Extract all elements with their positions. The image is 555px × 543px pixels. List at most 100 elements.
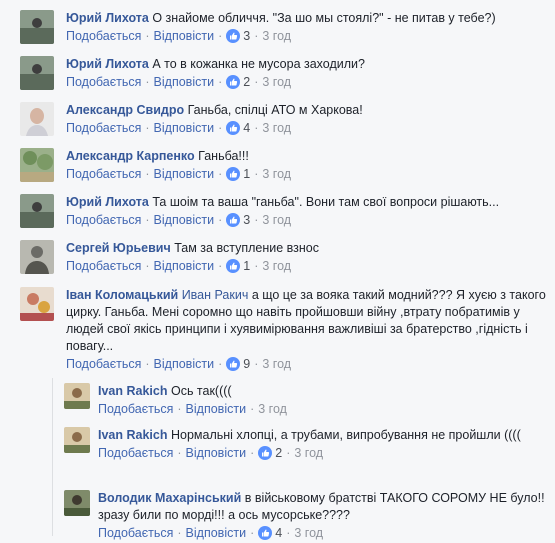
reaction-count[interactable]: 4 bbox=[226, 121, 250, 135]
comment: Александр Карпенко Ганьба!!! Подобається… bbox=[20, 148, 549, 184]
like-link[interactable]: Подобається bbox=[66, 167, 141, 181]
avatar[interactable] bbox=[20, 287, 54, 321]
separator-dot: · bbox=[218, 29, 223, 43]
separator-dot: · bbox=[177, 526, 182, 540]
comment-author[interactable]: Юрий Лихота bbox=[66, 57, 149, 71]
timestamp[interactable]: 3 год bbox=[262, 259, 291, 273]
timestamp[interactable]: 3 год bbox=[262, 213, 291, 227]
comment-author[interactable]: Александр Карпенко bbox=[66, 149, 195, 163]
reply-author[interactable]: Ivan Rakich bbox=[98, 384, 167, 398]
separator-dot: · bbox=[145, 213, 150, 227]
reply-link[interactable]: Відповісти bbox=[154, 167, 215, 181]
like-link[interactable]: Подобається bbox=[98, 402, 173, 416]
reply-thread-line bbox=[52, 378, 53, 536]
comment: Юрий Лихота О знайоме обличчя. "За шо мы… bbox=[20, 10, 549, 46]
separator-dot: · bbox=[145, 167, 150, 181]
comment: Сергей Юрьевич Там за вступление взнос П… bbox=[20, 240, 549, 276]
reply: Ivan Rakich Нормальні хлопці, а трубами,… bbox=[64, 427, 549, 463]
avatar[interactable] bbox=[64, 383, 90, 409]
reaction-count[interactable]: 2 bbox=[258, 446, 282, 460]
comment-author[interactable]: Александр Свидро bbox=[66, 103, 184, 117]
timestamp[interactable]: 3 год bbox=[294, 526, 323, 540]
reply-link[interactable]: Відповісти bbox=[154, 259, 215, 273]
separator-dot: · bbox=[250, 446, 255, 460]
reply-text: Ось так(((( bbox=[170, 384, 232, 398]
avatar[interactable] bbox=[20, 194, 54, 228]
like-link[interactable]: Подобається bbox=[66, 213, 141, 227]
timestamp[interactable]: 3 год bbox=[262, 29, 291, 43]
like-reaction-icon bbox=[226, 75, 241, 89]
comment-text: Там за вступление взнос bbox=[174, 241, 319, 255]
like-reaction-icon bbox=[258, 526, 273, 540]
reply-link[interactable]: Відповісти bbox=[154, 29, 215, 43]
timestamp[interactable]: 3 год bbox=[258, 402, 287, 416]
separator-dot: · bbox=[145, 29, 150, 43]
reaction-count[interactable]: 3 bbox=[226, 213, 250, 227]
like-reaction-icon bbox=[226, 357, 241, 371]
avatar[interactable] bbox=[64, 490, 90, 516]
like-reaction-icon bbox=[258, 446, 273, 460]
timestamp[interactable]: 3 год bbox=[262, 75, 291, 89]
avatar[interactable] bbox=[20, 102, 54, 136]
comment-text: Ганьба!!! bbox=[198, 149, 249, 163]
separator-dot: · bbox=[218, 213, 223, 227]
reaction-count[interactable]: 1 bbox=[226, 259, 250, 273]
reaction-count[interactable]: 4 bbox=[258, 526, 282, 540]
reply-link[interactable]: Відповісти bbox=[186, 446, 247, 460]
comment-author[interactable]: Юрий Лихота bbox=[66, 11, 149, 25]
comment-author[interactable]: Юрий Лихота bbox=[66, 195, 149, 209]
separator-dot: · bbox=[250, 402, 255, 416]
reply-link[interactable]: Відповісти bbox=[154, 121, 215, 135]
reaction-count[interactable]: 3 bbox=[226, 29, 250, 43]
reaction-count[interactable]: 1 bbox=[226, 167, 250, 181]
reply: Володик Махарінський в військовому братс… bbox=[64, 490, 549, 543]
separator-dot: · bbox=[254, 75, 259, 89]
like-link[interactable]: Подобається bbox=[98, 526, 173, 540]
comment: Юрий Лихота А то в кожанка не мусора зах… bbox=[20, 56, 549, 92]
like-link[interactable]: Подобається bbox=[66, 75, 141, 89]
separator-dot: · bbox=[177, 446, 182, 460]
reaction-count[interactable]: 9 bbox=[226, 357, 250, 371]
comment: Іван Коломацький Иван Ракич а що це за в… bbox=[20, 287, 549, 374]
avatar[interactable] bbox=[20, 148, 54, 182]
comment-author[interactable]: Іван Коломацький bbox=[66, 288, 178, 302]
avatar[interactable] bbox=[20, 56, 54, 90]
comment-author[interactable]: Сергей Юрьевич bbox=[66, 241, 171, 255]
separator-dot: · bbox=[145, 75, 150, 89]
reply-link[interactable]: Відповісти bbox=[154, 213, 215, 227]
like-reaction-icon bbox=[226, 259, 241, 273]
like-link[interactable]: Подобається bbox=[66, 29, 141, 43]
avatar[interactable] bbox=[20, 240, 54, 274]
separator-dot: · bbox=[254, 357, 259, 371]
comment-text: О знайоме обличчя. "За шо мы стоялі?" - … bbox=[152, 11, 496, 25]
avatar[interactable] bbox=[64, 427, 90, 453]
like-link[interactable]: Подобається bbox=[98, 446, 173, 460]
like-link[interactable]: Подобається bbox=[66, 121, 141, 135]
reply-link[interactable]: Відповісти bbox=[186, 402, 247, 416]
reply-author[interactable]: Ivan Rakich bbox=[98, 428, 167, 442]
timestamp[interactable]: 3 год bbox=[294, 446, 323, 460]
comment-text: Та шоім та ваша "ганьба". Вони там свої … bbox=[152, 195, 500, 209]
reply-link[interactable]: Відповісти bbox=[154, 357, 215, 371]
separator-dot: · bbox=[254, 259, 259, 273]
reply-author[interactable]: Володик Махарінський bbox=[98, 491, 241, 505]
separator-dot: · bbox=[250, 526, 255, 540]
separator-dot: · bbox=[286, 526, 291, 540]
separator-dot: · bbox=[254, 121, 259, 135]
like-link[interactable]: Подобається bbox=[66, 259, 141, 273]
like-reaction-icon bbox=[226, 29, 241, 43]
timestamp[interactable]: 3 год bbox=[262, 121, 291, 135]
comment-text: А то в кожанка не мусора заходили? bbox=[152, 57, 365, 71]
like-reaction-icon bbox=[226, 121, 241, 135]
mention-link[interactable]: Иван Ракич bbox=[182, 288, 249, 302]
separator-dot: · bbox=[254, 29, 259, 43]
like-link[interactable]: Подобається bbox=[66, 357, 141, 371]
reaction-count[interactable]: 2 bbox=[226, 75, 250, 89]
comment: Юрий Лихота Та шоім та ваша "ганьба". Во… bbox=[20, 194, 549, 230]
timestamp[interactable]: 3 год bbox=[262, 167, 291, 181]
timestamp[interactable]: 3 год bbox=[262, 357, 291, 371]
reply: Ivan Rakich Ось так(((( Подобається · Відп… bbox=[64, 383, 549, 419]
avatar[interactable] bbox=[20, 10, 54, 44]
reply-link[interactable]: Відповісти bbox=[186, 526, 247, 540]
reply-link[interactable]: Відповісти bbox=[154, 75, 215, 89]
